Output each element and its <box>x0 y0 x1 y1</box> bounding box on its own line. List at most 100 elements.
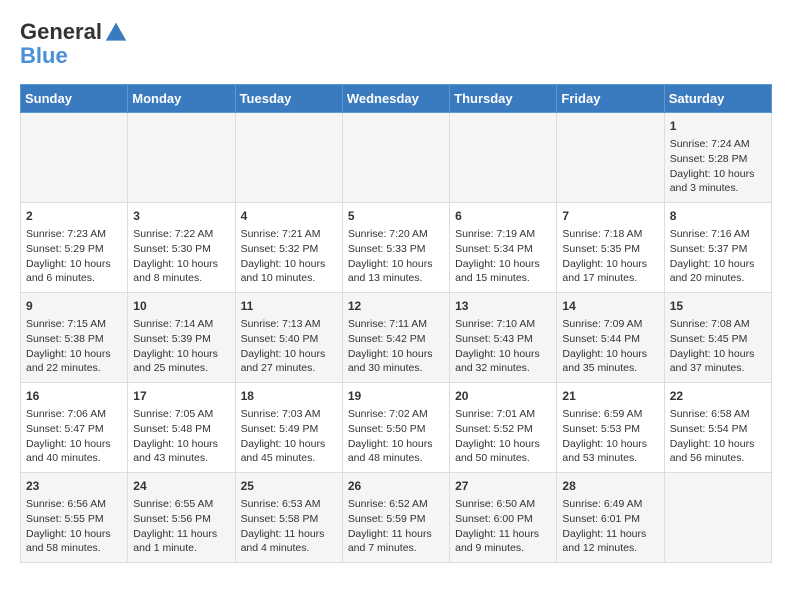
calendar-week-row: 2Sunrise: 7:23 AMSunset: 5:29 PMDaylight… <box>21 203 772 293</box>
calendar-cell <box>664 473 771 563</box>
day-info-line: Sunset: 5:56 PM <box>133 512 229 527</box>
calendar-cell: 5Sunrise: 7:20 AMSunset: 5:33 PMDaylight… <box>342 203 449 293</box>
day-info-line: Sunrise: 6:55 AM <box>133 497 229 512</box>
day-number: 4 <box>241 208 337 225</box>
day-info-line: Sunset: 5:32 PM <box>241 242 337 257</box>
day-info-line: Sunset: 5:40 PM <box>241 332 337 347</box>
day-info-line: Sunset: 5:54 PM <box>670 422 766 437</box>
day-info-line: Daylight: 10 hours and 43 minutes. <box>133 437 229 466</box>
day-number: 25 <box>241 478 337 495</box>
calendar-cell: 15Sunrise: 7:08 AMSunset: 5:45 PMDayligh… <box>664 293 771 383</box>
header-sunday: Sunday <box>21 85 128 113</box>
day-info-line: Sunrise: 7:18 AM <box>562 227 658 242</box>
page-header: General Blue <box>20 20 772 68</box>
day-info-line: Daylight: 11 hours and 4 minutes. <box>241 527 337 556</box>
calendar-cell: 12Sunrise: 7:11 AMSunset: 5:42 PMDayligh… <box>342 293 449 383</box>
day-info-line: Sunrise: 7:10 AM <box>455 317 551 332</box>
day-info-line: Sunrise: 6:50 AM <box>455 497 551 512</box>
calendar-cell: 19Sunrise: 7:02 AMSunset: 5:50 PMDayligh… <box>342 383 449 473</box>
calendar-cell: 3Sunrise: 7:22 AMSunset: 5:30 PMDaylight… <box>128 203 235 293</box>
calendar-week-row: 1Sunrise: 7:24 AMSunset: 5:28 PMDaylight… <box>21 113 772 203</box>
day-info-line: Daylight: 10 hours and 50 minutes. <box>455 437 551 466</box>
day-info-line: Daylight: 10 hours and 8 minutes. <box>133 257 229 286</box>
day-info-line: Sunrise: 6:58 AM <box>670 407 766 422</box>
calendar-cell: 2Sunrise: 7:23 AMSunset: 5:29 PMDaylight… <box>21 203 128 293</box>
day-info-line: Sunrise: 7:03 AM <box>241 407 337 422</box>
day-info-line: Sunset: 5:38 PM <box>26 332 122 347</box>
day-info-line: Sunset: 5:52 PM <box>455 422 551 437</box>
day-number: 9 <box>26 298 122 315</box>
calendar-cell: 7 Sunrise: 7:18 AMSunset: 5:35 PMDaylight… <box>557 203 664 293</box>
day-info-line: Sunrise: 7:16 AM <box>670 227 766 242</box>
calendar-cell: 16Sunrise: 7:06 AMSunset: 5:47 PMDayligh… <box>21 383 128 473</box>
calendar-cell: 4Sunrise: 7:21 AMSunset: 5:32 PMDaylight… <box>235 203 342 293</box>
day-info-line: Daylight: 10 hours and 6 minutes. <box>26 257 122 286</box>
day-info-line: Sunrise: 6:49 AM <box>562 497 658 512</box>
day-info-line: Daylight: 10 hours and 27 minutes. <box>241 347 337 376</box>
calendar-cell: 24 Sunrise: 6:55 AMSunset: 5:56 PMDayligh… <box>128 473 235 563</box>
day-info-line: Sunset: 5:42 PM <box>348 332 444 347</box>
calendar-cell: 1Sunrise: 7:24 AMSunset: 5:28 PMDaylight… <box>664 113 771 203</box>
day-info-line: Sunrise: 6:59 AM <box>562 407 658 422</box>
day-info-line: Daylight: 10 hours and 37 minutes. <box>670 347 766 376</box>
day-number: 18 <box>241 388 337 405</box>
day-number: 23 <box>26 478 122 495</box>
day-number: 10 <box>133 298 229 315</box>
calendar-week-row: 16Sunrise: 7:06 AMSunset: 5:47 PMDayligh… <box>21 383 772 473</box>
calendar-cell: 26Sunrise: 6:52 AMSunset: 5:59 PMDayligh… <box>342 473 449 563</box>
day-info-line: Sunrise: 7:21 AM <box>241 227 337 242</box>
header-thursday: Thursday <box>450 85 557 113</box>
day-info-line: Sunset: 5:48 PM <box>133 422 229 437</box>
calendar-cell: 14Sunrise: 7:09 AMSunset: 5:44 PMDayligh… <box>557 293 664 383</box>
day-info-line: Sunrise: 7:01 AM <box>455 407 551 422</box>
logo-blue-text: Blue <box>20 43 68 68</box>
day-info-line: Daylight: 11 hours and 1 minute. <box>133 527 229 556</box>
day-info-line: Sunset: 5:28 PM <box>670 152 766 167</box>
day-info-line: Sunset: 5:59 PM <box>348 512 444 527</box>
day-info-line: Sunrise: 7:06 AM <box>26 407 122 422</box>
day-info-line: Daylight: 10 hours and 17 minutes. <box>562 257 658 286</box>
day-info-line: Sunset: 5:33 PM <box>348 242 444 257</box>
day-info-line: Daylight: 10 hours and 45 minutes. <box>241 437 337 466</box>
calendar-cell <box>557 113 664 203</box>
header-tuesday: Tuesday <box>235 85 342 113</box>
header-wednesday: Wednesday <box>342 85 449 113</box>
calendar-week-row: 9Sunrise: 7:15 AMSunset: 5:38 PMDaylight… <box>21 293 772 383</box>
day-info-line: Daylight: 10 hours and 20 minutes. <box>670 257 766 286</box>
calendar-cell: 28 Sunrise: 6:49 AMSunset: 6:01 PMDayligh… <box>557 473 664 563</box>
day-info-line: Sunset: 6:01 PM <box>562 512 658 527</box>
day-number: 28 <box>562 478 658 495</box>
day-info-line: Sunset: 5:43 PM <box>455 332 551 347</box>
day-info-line: Sunset: 5:35 PM <box>562 242 658 257</box>
calendar-cell: 17Sunrise: 7:05 AMSunset: 5:48 PMDayligh… <box>128 383 235 473</box>
day-info-line: Daylight: 10 hours and 13 minutes. <box>348 257 444 286</box>
day-number: 7 <box>562 208 658 225</box>
day-number: 19 <box>348 388 444 405</box>
logo-line2: Blue <box>20 44 127 68</box>
header-saturday: Saturday <box>664 85 771 113</box>
day-number: 3 <box>133 208 229 225</box>
day-info-line: Daylight: 10 hours and 15 minutes. <box>455 257 551 286</box>
day-info-line: Sunrise: 7:23 AM <box>26 227 122 242</box>
day-number: 26 <box>348 478 444 495</box>
day-number: 24 <box>133 478 229 495</box>
day-info-line: Sunrise: 7:05 AM <box>133 407 229 422</box>
calendar-cell <box>235 113 342 203</box>
logo-line1: General <box>20 20 127 44</box>
calendar-header-row: SundayMondayTuesdayWednesdayThursdayFrid… <box>21 85 772 113</box>
day-info-line: Daylight: 11 hours and 12 minutes. <box>562 527 658 556</box>
calendar-cell <box>342 113 449 203</box>
day-number: 21 <box>562 388 658 405</box>
day-info-line: Daylight: 10 hours and 3 minutes. <box>670 167 766 196</box>
day-info-line: Daylight: 11 hours and 9 minutes. <box>455 527 551 556</box>
day-info-line: Sunrise: 7:08 AM <box>670 317 766 332</box>
calendar-cell: 25Sunrise: 6:53 AMSunset: 5:58 PMDayligh… <box>235 473 342 563</box>
day-info-line: Daylight: 10 hours and 48 minutes. <box>348 437 444 466</box>
calendar-cell: 23Sunrise: 6:56 AMSunset: 5:55 PMDayligh… <box>21 473 128 563</box>
day-number: 2 <box>26 208 122 225</box>
day-number: 16 <box>26 388 122 405</box>
day-info-line: Sunrise: 6:52 AM <box>348 497 444 512</box>
day-number: 27 <box>455 478 551 495</box>
calendar-cell <box>450 113 557 203</box>
day-number: 15 <box>670 298 766 315</box>
